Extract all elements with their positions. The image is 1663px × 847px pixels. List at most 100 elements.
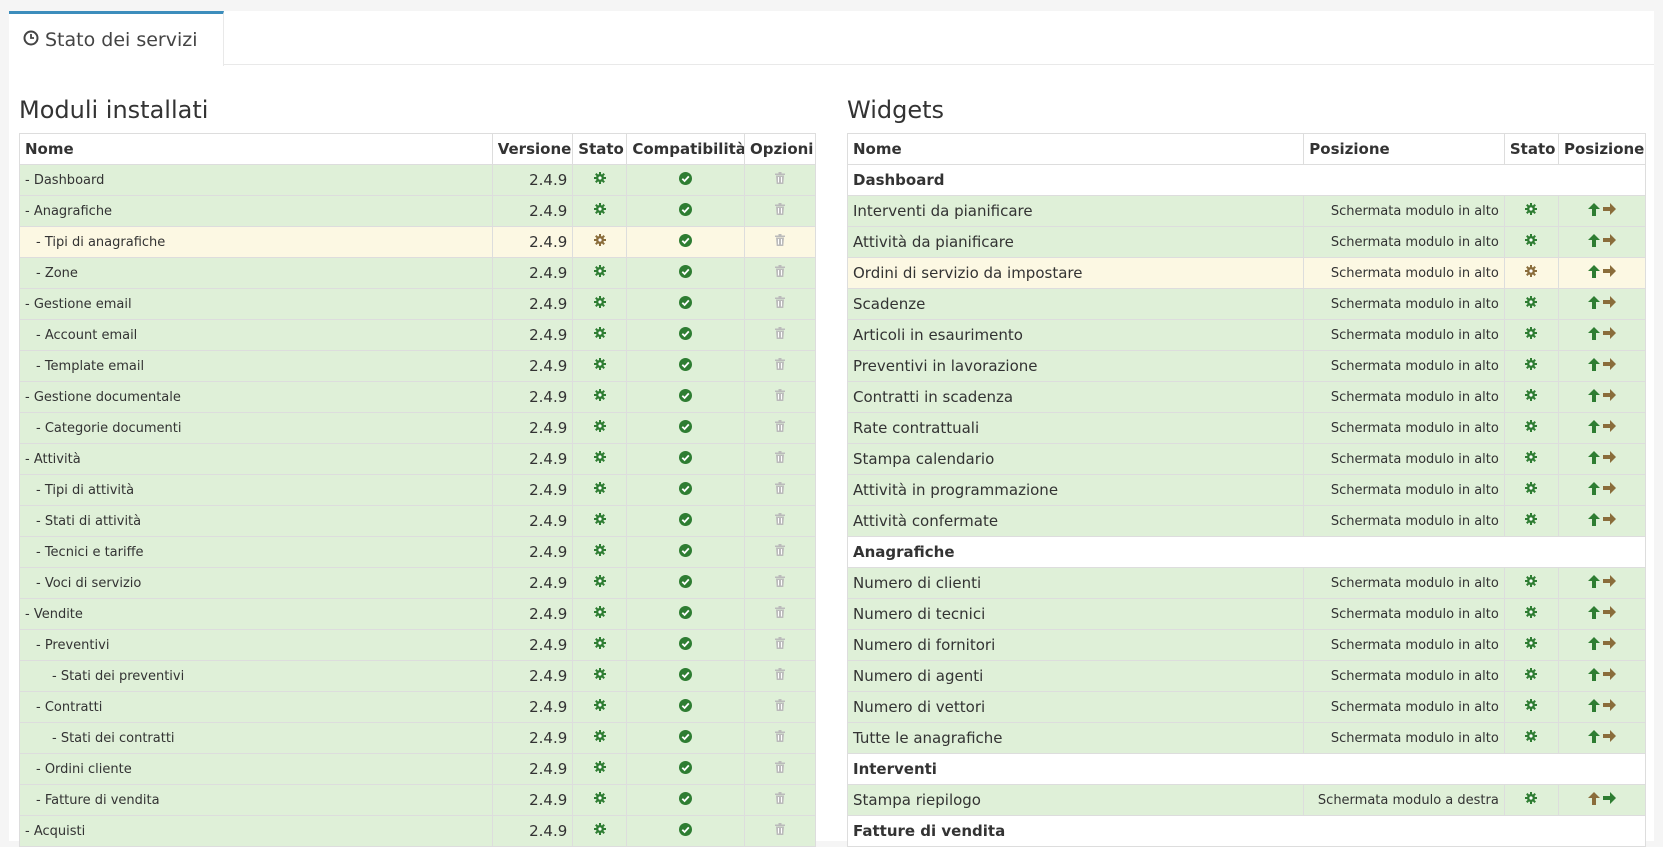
arrow-right-icon[interactable]: [1602, 699, 1616, 715]
gear-icon[interactable]: [1525, 482, 1538, 498]
trash-icon[interactable]: [774, 606, 785, 622]
arrow-up-icon[interactable]: [1587, 512, 1600, 530]
trash-icon[interactable]: [774, 699, 785, 715]
arrow-up-icon[interactable]: [1587, 605, 1600, 623]
arrow-up-icon[interactable]: [1587, 698, 1600, 716]
arrow-up-icon[interactable]: [1587, 388, 1600, 406]
trash-icon[interactable]: [774, 544, 785, 560]
gear-icon[interactable]: [593, 234, 606, 250]
gear-icon[interactable]: [593, 203, 606, 219]
gear-icon[interactable]: [1525, 420, 1538, 436]
arrow-up-icon[interactable]: [1587, 791, 1600, 809]
arrow-up-icon[interactable]: [1587, 233, 1600, 251]
gear-icon[interactable]: [593, 637, 606, 653]
trash-icon[interactable]: [774, 451, 785, 467]
trash-icon[interactable]: [774, 575, 785, 591]
gear-icon[interactable]: [593, 513, 606, 529]
trash-icon[interactable]: [774, 203, 785, 219]
gear-icon[interactable]: [1525, 513, 1538, 529]
arrow-right-icon[interactable]: [1602, 513, 1616, 529]
arrow-right-icon[interactable]: [1602, 575, 1616, 591]
gear-icon[interactable]: [1525, 575, 1538, 591]
gear-icon[interactable]: [593, 482, 606, 498]
gear-icon[interactable]: [1525, 327, 1538, 343]
gear-icon[interactable]: [1525, 792, 1538, 808]
gear-icon[interactable]: [1525, 606, 1538, 622]
trash-icon[interactable]: [774, 327, 785, 343]
arrow-up-icon[interactable]: [1587, 419, 1600, 437]
trash-icon[interactable]: [774, 234, 785, 250]
gear-icon[interactable]: [1525, 699, 1538, 715]
gear-icon[interactable]: [593, 296, 606, 312]
gear-icon[interactable]: [593, 451, 606, 467]
gear-icon[interactable]: [593, 544, 606, 560]
gear-icon[interactable]: [593, 327, 606, 343]
gear-icon[interactable]: [593, 792, 606, 808]
arrow-right-icon[interactable]: [1602, 482, 1616, 498]
trash-icon[interactable]: [774, 637, 785, 653]
trash-icon[interactable]: [774, 668, 785, 684]
arrow-up-icon[interactable]: [1587, 481, 1600, 499]
gear-icon[interactable]: [593, 699, 606, 715]
arrow-right-icon[interactable]: [1602, 203, 1616, 219]
gear-icon[interactable]: [1525, 451, 1538, 467]
arrow-up-icon[interactable]: [1587, 326, 1600, 344]
arrow-right-icon[interactable]: [1602, 358, 1616, 374]
arrow-right-icon[interactable]: [1602, 451, 1616, 467]
gear-icon[interactable]: [1525, 637, 1538, 653]
trash-icon[interactable]: [774, 389, 785, 405]
trash-icon[interactable]: [774, 296, 785, 312]
gear-icon[interactable]: [593, 606, 606, 622]
gear-icon[interactable]: [1525, 234, 1538, 250]
gear-icon[interactable]: [1525, 389, 1538, 405]
gear-icon[interactable]: [593, 389, 606, 405]
arrow-up-icon[interactable]: [1587, 729, 1600, 747]
arrow-right-icon[interactable]: [1602, 296, 1616, 312]
trash-icon[interactable]: [774, 420, 785, 436]
arrow-right-icon[interactable]: [1602, 327, 1616, 343]
arrow-right-icon[interactable]: [1602, 792, 1616, 808]
trash-icon[interactable]: [774, 730, 785, 746]
arrow-right-icon[interactable]: [1602, 389, 1616, 405]
gear-icon[interactable]: [1525, 730, 1538, 746]
trash-icon[interactable]: [774, 358, 785, 374]
arrow-right-icon[interactable]: [1602, 668, 1616, 684]
gear-icon[interactable]: [593, 420, 606, 436]
widget-position: Schermata modulo in alto: [1303, 381, 1505, 413]
gear-icon[interactable]: [1525, 668, 1538, 684]
arrow-up-icon[interactable]: [1587, 667, 1600, 685]
arrow-right-icon[interactable]: [1602, 730, 1616, 746]
arrow-right-icon[interactable]: [1602, 606, 1616, 622]
arrow-up-icon[interactable]: [1587, 450, 1600, 468]
tab-stato-servizi[interactable]: Stato dei servizi: [9, 11, 224, 66]
arrow-right-icon[interactable]: [1602, 420, 1616, 436]
gear-icon[interactable]: [1525, 203, 1538, 219]
arrow-up-icon[interactable]: [1587, 636, 1600, 654]
gear-icon[interactable]: [593, 823, 606, 839]
trash-icon[interactable]: [774, 265, 785, 281]
gear-icon[interactable]: [593, 265, 606, 281]
arrow-right-icon[interactable]: [1602, 234, 1616, 250]
gear-icon[interactable]: [1525, 358, 1538, 374]
trash-icon[interactable]: [774, 172, 785, 188]
trash-icon[interactable]: [774, 513, 785, 529]
gear-icon[interactable]: [593, 172, 606, 188]
trash-icon[interactable]: [774, 823, 785, 839]
arrow-up-icon[interactable]: [1587, 574, 1600, 592]
gear-icon[interactable]: [593, 761, 606, 777]
gear-icon[interactable]: [593, 358, 606, 374]
arrow-right-icon[interactable]: [1602, 637, 1616, 653]
arrow-up-icon[interactable]: [1587, 264, 1600, 282]
gear-icon[interactable]: [593, 668, 606, 684]
arrow-up-icon[interactable]: [1587, 202, 1600, 220]
trash-icon[interactable]: [774, 761, 785, 777]
arrow-right-icon[interactable]: [1602, 265, 1616, 281]
gear-icon[interactable]: [593, 730, 606, 746]
gear-icon[interactable]: [593, 575, 606, 591]
trash-icon[interactable]: [774, 482, 785, 498]
arrow-up-icon[interactable]: [1587, 357, 1600, 375]
gear-icon[interactable]: [1525, 296, 1538, 312]
arrow-up-icon[interactable]: [1587, 295, 1600, 313]
gear-icon[interactable]: [1525, 265, 1538, 281]
trash-icon[interactable]: [774, 792, 785, 808]
